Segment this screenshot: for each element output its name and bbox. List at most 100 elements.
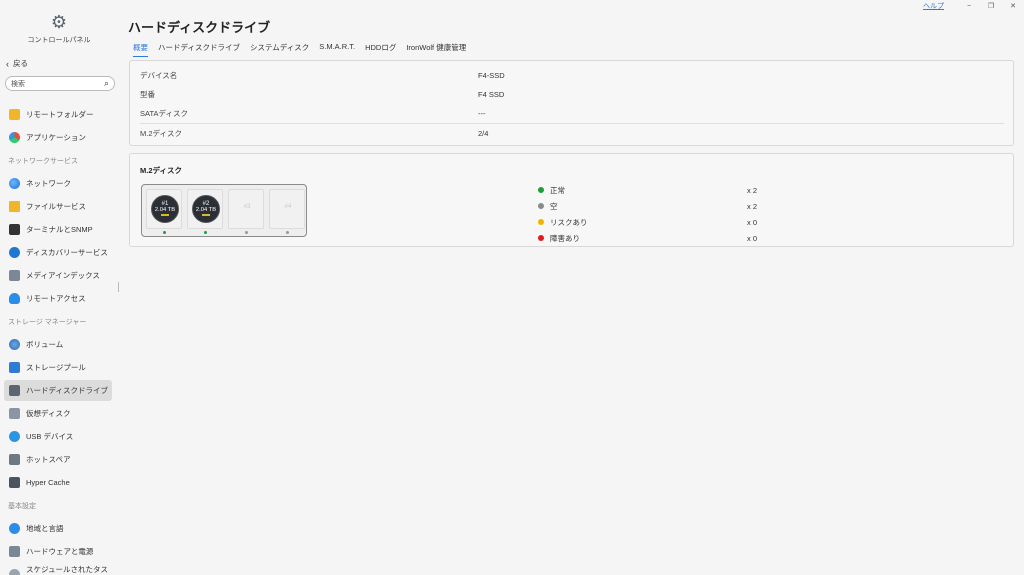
sidebar-nav: リモートフォルダー アプリケーションネットワークサービスネットワークファイルサービ…: [4, 104, 112, 575]
legend-label: 空: [550, 201, 558, 211]
tab-bar: 概要 ハードディスクドライブ システムディスク S.M.A.R.T. HDDログ Iron…: [133, 42, 466, 57]
info-row: 型番 F4 SSD: [140, 85, 1004, 104]
sidebar-item-label: アプリケーション: [26, 133, 86, 142]
sidebar-item-label: Hyper Cache: [26, 478, 70, 487]
sidebar-item[interactable]: ボリューム: [4, 334, 112, 355]
info-value: ---: [478, 109, 486, 118]
tab[interactable]: HDDログ: [365, 42, 396, 57]
sidebar-item-label: ハードディスクドライブ: [26, 386, 108, 395]
sidebar-item[interactable]: 地域と言語: [4, 518, 112, 539]
main-panel: ハードディスクドライブ 概要 ハードディスクドライブ システムディスク S.M.A.R…: [128, 0, 1014, 575]
sidebar-section-header: 基本設定: [8, 502, 36, 510]
region-icon: [9, 523, 20, 534]
disk-capacity: 2.04 TB: [195, 207, 217, 213]
search-icon[interactable]: ⌕: [104, 78, 109, 89]
legend-row: 正常 x 2: [538, 182, 768, 198]
tab[interactable]: S.M.A.R.T.: [319, 42, 355, 57]
sidebar-item-label: USB デバイス: [26, 432, 74, 441]
hdd-icon: [9, 385, 20, 396]
sidebar-item[interactable]: ストレージプール: [4, 357, 112, 378]
usb-icon: [9, 431, 20, 442]
sidebar-item[interactable]: メディアインデックス: [4, 265, 112, 286]
sidebar-item[interactable]: ターミナルとSNMP: [4, 219, 112, 240]
chevron-left-icon: ‹: [6, 58, 9, 69]
search-placeholder: 検索: [11, 80, 25, 88]
sidebar-item[interactable]: ハードウェアと電源: [4, 541, 112, 562]
m2-slot[interactable]: #3: [228, 189, 264, 229]
remote-folder-icon: [9, 109, 20, 120]
tab[interactable]: 概要: [133, 42, 148, 57]
virtual-disk-icon: [9, 408, 20, 419]
sidebar-item-label: ターミナルとSNMP: [26, 225, 93, 234]
sidebar-item[interactable]: ファイルサービス: [4, 196, 112, 217]
back-button[interactable]: ‹ 戻る: [6, 58, 28, 69]
info-row: SATAディスク ---: [140, 104, 1004, 123]
tab[interactable]: ハードディスクドライブ: [158, 42, 240, 57]
sidebar-item[interactable]: スケジュールされたタスク: [4, 564, 112, 575]
remote-access-icon: [9, 293, 20, 304]
sidebar-item[interactable]: USB デバイス: [4, 426, 112, 447]
disk-activity-bar: [202, 214, 210, 216]
info-value: F4-SSD: [478, 71, 505, 80]
disk-activity-bar: [161, 214, 169, 216]
scrollbar[interactable]: [118, 282, 119, 292]
page-title: ハードディスクドライブ: [128, 20, 271, 35]
status-dot-icon: [538, 203, 544, 209]
gear-icon: ⚙: [50, 12, 68, 32]
slot-number: #3: [243, 204, 251, 210]
terminal-icon: [9, 224, 20, 235]
info-row: M.2ディスク 2/4: [140, 123, 1004, 142]
slot-status-dot: [204, 231, 207, 234]
info-key: SATAディスク: [140, 109, 188, 118]
slot-status-dot: [163, 231, 166, 234]
info-key: デバイス名: [140, 71, 178, 80]
legend-label: 障害あり: [550, 233, 580, 243]
disk-badge: #2 2.04 TB: [192, 195, 220, 223]
sidebar-item[interactable]: ネットワーク: [4, 173, 112, 194]
m2-slot[interactable]: #1 2.04 TB: [146, 189, 182, 229]
info-value: F4 SSD: [478, 90, 505, 99]
control-panel-title: コントロールパネル: [27, 37, 91, 44]
hot-spare-icon: [9, 454, 20, 465]
info-key: 型番: [140, 90, 155, 99]
sidebar-item[interactable]: 仮想ディスク: [4, 403, 112, 424]
legend-label: リスクあり: [550, 217, 588, 227]
sidebar-item[interactable]: リモートフォルダー: [4, 104, 112, 125]
info-key: M.2ディスク: [140, 128, 182, 138]
disk-badge: #1 2.04 TB: [151, 195, 179, 223]
status-dot-icon: [538, 235, 544, 241]
status-dot-icon: [538, 219, 544, 225]
slot-status-dot: [286, 231, 289, 234]
hardware-icon: [9, 546, 20, 557]
sidebar-item[interactable]: アプリケーション: [4, 127, 112, 148]
sidebar-item-label: ネットワーク: [26, 179, 71, 188]
sidebar-item[interactable]: ホットスペア: [4, 449, 112, 470]
sidebar-item[interactable]: リモートアクセス: [4, 288, 112, 309]
sidebar-item-label: ファイルサービス: [26, 202, 86, 211]
sidebar-item[interactable]: ディスカバリーサービス: [4, 242, 112, 263]
sidebar-item-label: リモートフォルダー: [26, 110, 94, 119]
legend-count: x 0: [747, 217, 758, 227]
m2-slot[interactable]: #2 2.04 TB: [187, 189, 223, 229]
m2-enclosure: #1 2.04 TB #2 2.04 TB #3 #4: [141, 184, 307, 237]
legend-count: x 2: [747, 185, 758, 195]
tab[interactable]: システムディスク: [250, 42, 309, 57]
sidebar: ⚙ コントロールパネル ‹ 戻る 検索 ⌕ リモートフォルダー アプリケーションネ…: [0, 0, 118, 575]
sidebar-item-label: ボリューム: [26, 340, 64, 349]
tab[interactable]: IronWolf 健康管理: [406, 42, 466, 57]
sidebar-item[interactable]: Hyper Cache: [4, 472, 112, 493]
m2-slot[interactable]: #4: [269, 189, 305, 229]
sidebar-item[interactable]: ハードディスクドライブ: [4, 380, 112, 401]
discovery-icon: [9, 247, 20, 258]
sidebar-section-header: ネットワークサービス: [8, 157, 78, 165]
legend-count: x 2: [747, 201, 758, 211]
sidebar-item-label: メディアインデックス: [26, 271, 100, 280]
sidebar-item-label: ストレージプール: [26, 363, 86, 372]
search-input[interactable]: 検索 ⌕: [5, 76, 115, 91]
media-index-icon: [9, 270, 20, 281]
m2-heading: M.2ディスク: [140, 166, 182, 175]
file-service-icon: [9, 201, 20, 212]
status-dot-icon: [538, 187, 544, 193]
disk-capacity: 2.04 TB: [154, 207, 176, 213]
hyper-cache-icon: [9, 477, 20, 488]
